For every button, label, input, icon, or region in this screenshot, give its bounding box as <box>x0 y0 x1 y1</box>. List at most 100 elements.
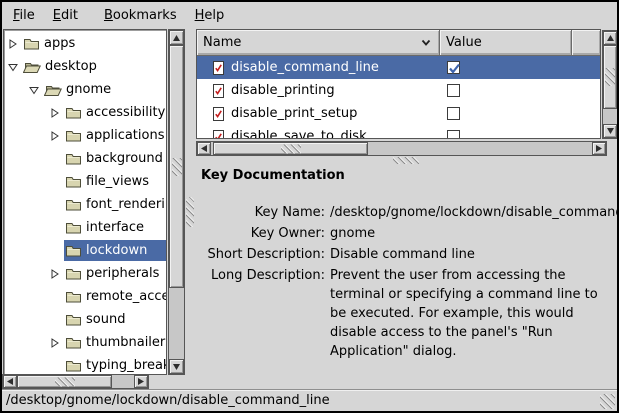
scroll-up-button[interactable] <box>169 30 184 45</box>
right-arrow-icon <box>137 377 145 386</box>
scrollbar-thumb[interactable] <box>169 45 184 288</box>
tree-item-label: lockdown <box>86 243 151 258</box>
tree-row[interactable]: gnome <box>4 78 166 101</box>
menu-item[interactable]: File <box>4 4 44 27</box>
scroll-down-button[interactable] <box>603 124 617 138</box>
checkmark-icon <box>448 62 461 75</box>
key-row[interactable]: disable_save_to_disk <box>197 125 600 139</box>
splitter-grip <box>393 157 419 164</box>
triangle-right-icon[interactable] <box>50 338 60 348</box>
tree-row[interactable]: peripherals <box>4 262 166 285</box>
tree-row[interactable]: typing_break <box>4 354 166 375</box>
resize-grip-icon[interactable] <box>600 394 615 409</box>
tree-row[interactable]: background <box>4 147 166 170</box>
key-icon <box>211 83 225 99</box>
scroll-left-button[interactable] <box>3 375 17 388</box>
scroll-right-button[interactable] <box>592 142 606 155</box>
triangle-down-icon[interactable] <box>8 62 18 72</box>
tree-expander[interactable] <box>50 338 64 348</box>
folder-open-icon <box>44 83 62 96</box>
value-checkbox[interactable] <box>447 84 460 97</box>
tree-row-zone: desktop <box>22 56 166 77</box>
tree-item-label: remote_access <box>86 289 167 304</box>
up-arrow-icon <box>172 34 181 42</box>
tree-row-zone: lockdown <box>64 240 166 261</box>
triangle-right-icon[interactable] <box>8 39 18 49</box>
tree-vertical-scrollbar[interactable] <box>168 29 185 375</box>
tree-row[interactable]: interface <box>4 216 166 239</box>
column-header-name[interactable]: Name <box>197 30 440 56</box>
tree-row[interactable]: font_rendering <box>4 193 166 216</box>
left-arrow-icon <box>6 377 14 386</box>
tree-row[interactable]: lockdown <box>4 239 166 262</box>
menu-item-label: Edit <box>53 8 78 23</box>
value-checkbox[interactable] <box>447 130 460 139</box>
key-name-label: disable_command_line <box>231 60 379 75</box>
tree-expander[interactable] <box>29 85 43 95</box>
sort-indicator-icon[interactable] <box>421 39 431 46</box>
tree-row[interactable]: thumbnailers <box>4 331 166 354</box>
tree-row[interactable]: desktop <box>4 55 166 78</box>
menu-item-label: Bookmarks <box>104 8 177 23</box>
tree-row-zone: applications <box>64 125 167 146</box>
menubar: File Edit Bookmarks Help <box>2 2 617 28</box>
tree-item-label: sound <box>86 312 129 327</box>
triangle-right-icon[interactable] <box>50 131 60 141</box>
tree-row-zone: font_rendering <box>64 194 167 215</box>
key-row[interactable]: disable_command_line <box>197 56 600 79</box>
horizontal-pane-splitter[interactable] <box>195 157 617 164</box>
scrollbar-thumb[interactable] <box>17 375 112 388</box>
folder-closed-icon <box>65 221 82 234</box>
key-list-vertical-scrollbar[interactable] <box>602 30 618 139</box>
scroll-right-button[interactable] <box>134 375 148 388</box>
tree-row[interactable]: file_views <box>4 170 166 193</box>
value-checkbox[interactable] <box>447 107 460 120</box>
folder-closed-icon <box>23 37 40 50</box>
tree-item-label: gnome <box>66 82 115 97</box>
tree-expander[interactable] <box>8 62 22 72</box>
tree-expander[interactable] <box>50 131 64 141</box>
documentation-field-value: gnome <box>330 224 617 243</box>
column-header-name-label: Name <box>203 35 241 50</box>
scrollbar-thumb[interactable] <box>213 142 368 155</box>
key-name-label: disable_print_setup <box>231 106 357 121</box>
key-documentation-pane: Key Documentation Key Name: /desktop/gno… <box>195 164 617 389</box>
folder-closed-icon <box>65 336 82 349</box>
tree-expander[interactable] <box>50 108 64 118</box>
tree-row[interactable]: applications <box>4 124 166 147</box>
menu-item[interactable]: Edit <box>44 4 87 27</box>
tree-row[interactable]: apps <box>4 32 166 55</box>
tree-row[interactable]: accessibility <box>4 101 166 124</box>
tree-row[interactable]: remote_access <box>4 285 166 308</box>
triangle-right-icon[interactable] <box>50 269 60 279</box>
tree-row[interactable]: sound <box>4 308 166 331</box>
statusbar-text: /desktop/gnome/lockdown/disable_command_… <box>6 393 330 408</box>
vertical-pane-splitter[interactable] <box>185 29 195 375</box>
key-row[interactable]: disable_print_setup <box>197 102 600 125</box>
menu-item[interactable]: Help <box>186 4 234 27</box>
scroll-down-button[interactable] <box>169 359 184 374</box>
documentation-field-label: Key Owner: <box>201 224 325 243</box>
key-icon <box>211 106 225 122</box>
triangle-right-icon[interactable] <box>50 108 60 118</box>
column-header-value[interactable]: Value <box>440 30 572 56</box>
key-list-header: Name Value <box>197 30 600 56</box>
folder-closed-icon <box>65 313 82 326</box>
scroll-up-button[interactable] <box>603 31 617 45</box>
folder-closed-icon <box>65 175 82 188</box>
triangle-down-icon[interactable] <box>29 85 39 95</box>
tree-expander[interactable] <box>50 269 64 279</box>
tree-horizontal-scrollbar[interactable] <box>2 374 149 389</box>
menu-item[interactable]: Bookmarks <box>95 4 186 27</box>
value-checkbox[interactable] <box>447 61 460 74</box>
tree-item-label: apps <box>44 36 79 51</box>
key-row[interactable]: disable_printing <box>197 79 600 102</box>
key-list-horizontal-scrollbar[interactable] <box>196 141 607 156</box>
tree-item-label: desktop <box>45 59 101 74</box>
key-name-label: disable_printing <box>231 83 335 98</box>
tree-item-label: interface <box>86 220 148 235</box>
scrollbar-thumb[interactable] <box>603 45 617 109</box>
tree-item-label: peripherals <box>86 266 163 281</box>
scroll-left-button[interactable] <box>197 142 211 155</box>
tree-expander[interactable] <box>8 39 22 49</box>
